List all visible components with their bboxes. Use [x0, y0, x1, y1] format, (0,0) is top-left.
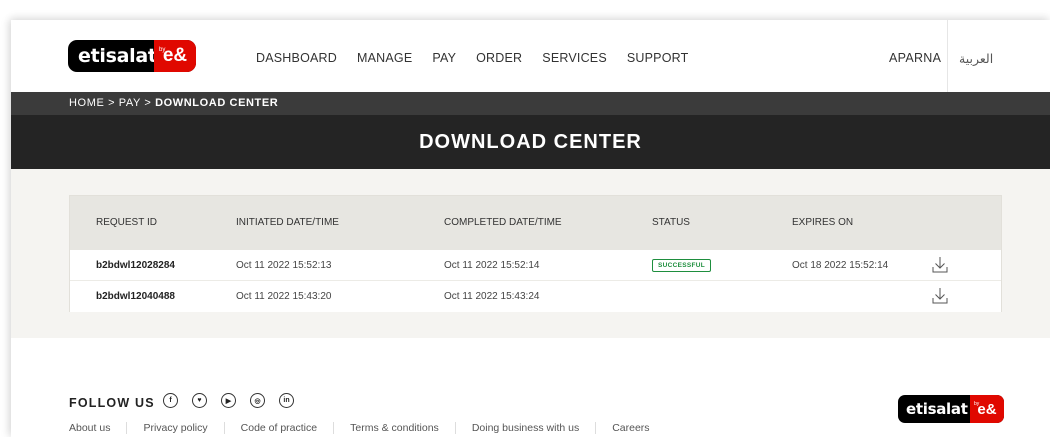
request-id-cell: b2bdwl12040488 [96, 291, 175, 302]
nav-item-support[interactable]: SUPPORT [627, 51, 689, 65]
footer-etisalat-logo[interactable]: etisalat by e& [898, 395, 1004, 423]
logo-eand-text: e& [162, 45, 188, 66]
nav-item-services[interactable]: SERVICES [542, 51, 607, 65]
etisalat-logo[interactable]: etisalat by e& [68, 40, 196, 72]
site-footer: FOLLOW US f ♥ ▶ ◎ in About us Privacy po… [11, 338, 1050, 437]
breadcrumb-home[interactable]: HOME [69, 97, 104, 109]
column-header-expires: EXPIRES ON [792, 217, 854, 228]
table-row: b2bdwl12028284 Oct 11 2022 15:52:13 Oct … [70, 250, 1001, 281]
facebook-icon[interactable]: f [163, 393, 178, 408]
nav-item-order[interactable]: ORDER [476, 51, 522, 65]
breadcrumb-separator: > [144, 97, 156, 109]
logo-eand-text: e& [977, 400, 997, 418]
nav-item-dashboard[interactable]: DASHBOARD [256, 51, 337, 65]
eand-logo-mark: by e& [970, 395, 1004, 423]
breadcrumb-pay[interactable]: PAY [119, 97, 141, 109]
site-header: etisalat by e& DASHBOARD MANAGE PAY ORDE… [11, 20, 1050, 92]
completed-cell: Oct 11 2022 15:43:24 [444, 291, 540, 302]
initiated-cell: Oct 11 2022 15:52:13 [236, 260, 332, 271]
page-hero: DOWNLOAD CENTER [11, 115, 1050, 169]
language-divider [947, 20, 948, 92]
follow-us-label: FOLLOW US [69, 396, 155, 410]
column-header-completed: COMPLETED DATE/TIME [444, 217, 562, 228]
breadcrumb: HOME > PAY > DOWNLOAD CENTER [11, 92, 1050, 115]
download-icon[interactable] [932, 256, 948, 274]
youtube-icon[interactable]: ▶ [221, 393, 236, 408]
expires-cell: Oct 18 2022 15:52:14 [792, 260, 889, 271]
user-menu[interactable]: APARNA [889, 51, 941, 65]
download-icon[interactable] [932, 287, 948, 305]
footer-link-about[interactable]: About us [69, 422, 126, 434]
twitter-icon[interactable]: ♥ [192, 393, 207, 408]
column-header-status: STATUS [652, 217, 690, 228]
footer-link-terms[interactable]: Terms & conditions [333, 422, 455, 434]
column-header-initiated: INITIATED DATE/TIME [236, 217, 339, 228]
nav-item-manage[interactable]: MANAGE [357, 51, 412, 65]
footer-link-careers[interactable]: Careers [595, 422, 665, 434]
logo-wordmark: etisalat [78, 45, 157, 67]
status-badge: SUCCESSFUL [652, 259, 712, 272]
window-top-strip [0, 0, 1050, 20]
social-links: f ♥ ▶ ◎ in [163, 393, 308, 408]
main-nav: DASHBOARD MANAGE PAY ORDER SERVICES SUPP… [256, 51, 708, 65]
app-window: etisalat by e& DASHBOARD MANAGE PAY ORDE… [11, 20, 1050, 437]
footer-links: About us Privacy policy Code of practice… [69, 422, 666, 434]
logo-by-text: by [974, 401, 980, 407]
footer-link-privacy[interactable]: Privacy policy [126, 422, 223, 434]
footer-link-doing-business[interactable]: Doing business with us [454, 422, 595, 434]
linkedin-icon[interactable]: in [279, 393, 294, 408]
instagram-icon[interactable]: ◎ [250, 393, 265, 408]
eand-logo-mark: by e& [154, 40, 196, 72]
initiated-cell: Oct 11 2022 15:43:20 [236, 291, 332, 302]
footer-link-code-of-practice[interactable]: Code of practice [223, 422, 333, 434]
page-title: DOWNLOAD CENTER [419, 130, 642, 153]
nav-item-pay[interactable]: PAY [432, 51, 456, 65]
table-row: b2bdwl12040488 Oct 11 2022 15:43:20 Oct … [70, 281, 1001, 312]
table-header: REQUEST ID INITIATED DATE/TIME COMPLETED… [70, 196, 1001, 250]
completed-cell: Oct 11 2022 15:52:14 [444, 260, 540, 271]
breadcrumb-current: DOWNLOAD CENTER [155, 97, 279, 109]
logo-by-text: by [159, 47, 166, 53]
logo-wordmark: etisalat [906, 400, 968, 418]
downloads-table: REQUEST ID INITIATED DATE/TIME COMPLETED… [69, 195, 1002, 312]
breadcrumb-separator: > [108, 97, 119, 109]
request-id-cell: b2bdwl12028284 [96, 260, 175, 271]
column-header-request-id: REQUEST ID [96, 217, 157, 228]
language-switch[interactable]: العربية [959, 51, 993, 66]
